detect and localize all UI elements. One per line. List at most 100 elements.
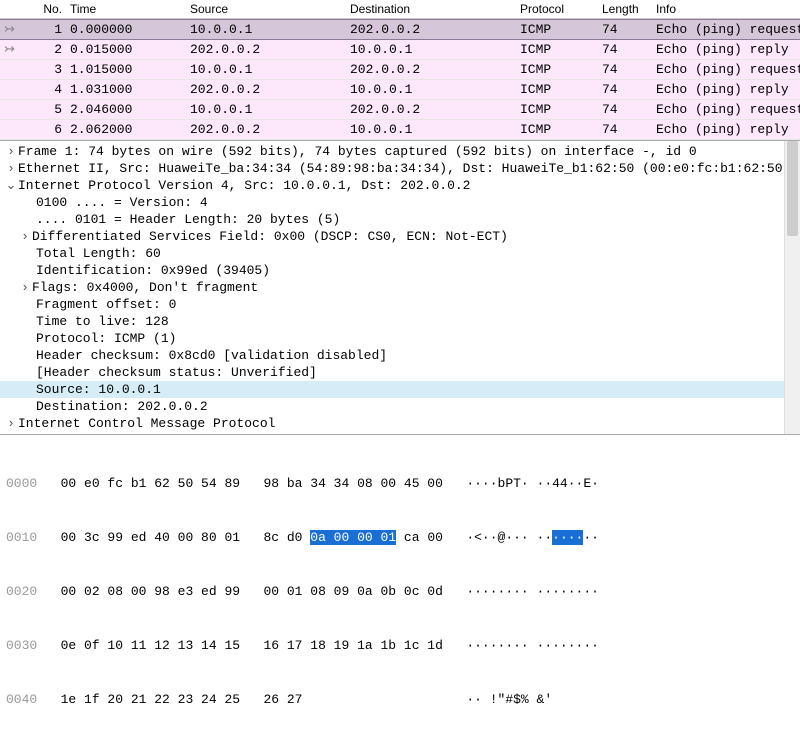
packet-row[interactable]: 31.01500010.0.0.1202.0.0.2ICMP74Echo (pi… [0,60,800,80]
cell-time: 2.062000 [66,120,186,139]
col-source[interactable]: Source [186,0,346,18]
col-info[interactable]: Info [652,0,800,18]
tree-ip-tlen[interactable]: Total Length: 60 [0,245,800,262]
packet-list-header: No. Time Source Destination Protocol Len… [0,0,800,19]
cell-info: Echo (ping) request [652,100,800,119]
tree-ip-flags[interactable]: ›Flags: 0x4000, Don't fragment [0,279,800,296]
tree-ip-proto[interactable]: Protocol: ICMP (1) [0,330,800,347]
cell-destination: 202.0.0.2 [346,20,516,39]
related-icon: ↣ [0,40,18,59]
tree-ip-checksum-status[interactable]: [Header checksum status: Unverified] [0,364,800,381]
col-destination[interactable]: Destination [346,0,516,18]
cell-protocol: ICMP [516,120,598,139]
hex-row: 0000 00 e0 fc b1 62 50 54 89 98 ba 34 34… [6,475,794,493]
tree-frame-label: Frame 1: 74 bytes on wire (592 bits), 74… [18,143,697,160]
packet-row[interactable]: ↣20.015000202.0.0.210.0.0.1ICMP74Echo (p… [0,40,800,60]
tree-ip-source[interactable]: Source: 10.0.0.1 [0,381,800,398]
cell-time: 0.000000 [66,20,186,39]
col-length[interactable]: Length [598,0,652,18]
hex-selected-bytes: 0a 00 00 01 [310,530,396,545]
tree-ip-checksum[interactable]: Header checksum: 0x8cd0 [validation disa… [0,347,800,364]
expand-icon[interactable]: › [4,143,18,160]
cell-destination: 10.0.0.1 [346,120,516,139]
collapse-icon[interactable]: ⌄ [4,177,18,194]
col-marker[interactable] [0,0,18,18]
packet-bytes-pane[interactable]: 0000 00 e0 fc b1 62 50 54 89 98 ba 34 34… [0,435,800,731]
related-icon: ↣ [0,20,18,39]
tree-ethernet[interactable]: ›Ethernet II, Src: HuaweiTe_ba:34:34 (54… [0,160,800,177]
cell-no: 3 [18,60,66,79]
cell-info: Echo (ping) reply [652,120,800,139]
tree-ip-destination[interactable]: Destination: 202.0.0.2 [0,398,800,415]
cell-destination: 10.0.0.1 [346,80,516,99]
packet-row[interactable]: 52.04600010.0.0.1202.0.0.2ICMP74Echo (pi… [0,100,800,120]
tree-ip-ttl[interactable]: Time to live: 128 [0,313,800,330]
packet-row[interactable]: 62.062000202.0.0.210.0.0.1ICMP74Echo (pi… [0,120,800,140]
tree-ip[interactable]: ⌄Internet Protocol Version 4, Src: 10.0.… [0,177,800,194]
cell-no: 2 [18,40,66,59]
related-icon [0,80,18,99]
scrollbar-thumb[interactable] [787,141,798,236]
cell-info: Echo (ping) reply [652,80,800,99]
cell-source: 10.0.0.1 [186,60,346,79]
cell-source: 10.0.0.1 [186,100,346,119]
cell-length: 74 [598,80,652,99]
cell-protocol: ICMP [516,80,598,99]
related-icon [0,120,18,139]
cell-length: 74 [598,120,652,139]
cell-info: Echo (ping) request [652,60,800,79]
tree-frame[interactable]: ›Frame 1: 74 bytes on wire (592 bits), 7… [0,143,800,160]
hex-offset: 0000 [6,476,37,491]
cell-length: 74 [598,100,652,119]
packet-row[interactable]: 41.031000202.0.0.210.0.0.1ICMP74Echo (pi… [0,80,800,100]
hex-row: 0030 0e 0f 10 11 12 13 14 15 16 17 18 19… [6,637,794,655]
hex-offset: 0040 [6,692,37,707]
tree-eth-label: Ethernet II, Src: HuaweiTe_ba:34:34 (54:… [18,160,790,177]
cell-no: 6 [18,120,66,139]
hex-offset: 0010 [6,530,37,545]
hex-row: 0040 1e 1f 20 21 22 23 24 25 26 27 ·· !"… [6,691,794,709]
cell-protocol: ICMP [516,40,598,59]
cell-no: 4 [18,80,66,99]
tree-ip-dsf[interactable]: ›Differentiated Services Field: 0x00 (DS… [0,228,800,245]
col-time[interactable]: Time [66,0,186,18]
packet-details-pane: ›Frame 1: 74 bytes on wire (592 bits), 7… [0,141,800,435]
cell-time: 0.015000 [66,40,186,59]
hex-offset: 0020 [6,584,37,599]
expand-icon[interactable]: › [18,228,32,245]
tree-icmp[interactable]: ›Internet Control Message Protocol [0,415,800,432]
tree-ip-id[interactable]: Identification: 0x99ed (39405) [0,262,800,279]
related-icon [0,100,18,119]
related-icon [0,60,18,79]
cell-no: 5 [18,100,66,119]
cell-info: Echo (ping) reply [652,40,800,59]
col-protocol[interactable]: Protocol [516,0,598,18]
cell-length: 74 [598,20,652,39]
details-scrollbar[interactable] [784,141,800,434]
cell-time: 1.015000 [66,60,186,79]
tree-ip-frag[interactable]: Fragment offset: 0 [0,296,800,313]
hex-row: 0020 00 02 08 00 98 e3 ed 99 00 01 08 09… [6,583,794,601]
tree-ip-label: Internet Protocol Version 4, Src: 10.0.0… [18,177,470,194]
cell-time: 1.031000 [66,80,186,99]
packet-row[interactable]: ↣10.00000010.0.0.1202.0.0.2ICMP74Echo (p… [0,19,800,40]
cell-length: 74 [598,40,652,59]
expand-icon[interactable]: › [4,415,18,432]
packet-list-body: ↣10.00000010.0.0.1202.0.0.2ICMP74Echo (p… [0,19,800,140]
hex-row: 0010 00 3c 99 ed 40 00 80 01 8c d0 0a 00… [6,529,794,547]
packet-list-pane: No. Time Source Destination Protocol Len… [0,0,800,141]
col-no[interactable]: No. [18,0,66,18]
cell-protocol: ICMP [516,100,598,119]
cell-protocol: ICMP [516,60,598,79]
tree-ip-version[interactable]: 0100 .... = Version: 4 [0,194,800,211]
expand-icon[interactable]: › [4,160,18,177]
tree-ip-hlen[interactable]: .... 0101 = Header Length: 20 bytes (5) [0,211,800,228]
tree-icmp-label: Internet Control Message Protocol [18,415,275,432]
hex-offset: 0030 [6,638,37,653]
ascii-selected-bytes: ···· [552,530,583,545]
cell-no: 1 [18,20,66,39]
expand-icon[interactable]: › [18,279,32,296]
cell-source: 202.0.0.2 [186,120,346,139]
cell-source: 10.0.0.1 [186,20,346,39]
cell-protocol: ICMP [516,20,598,39]
